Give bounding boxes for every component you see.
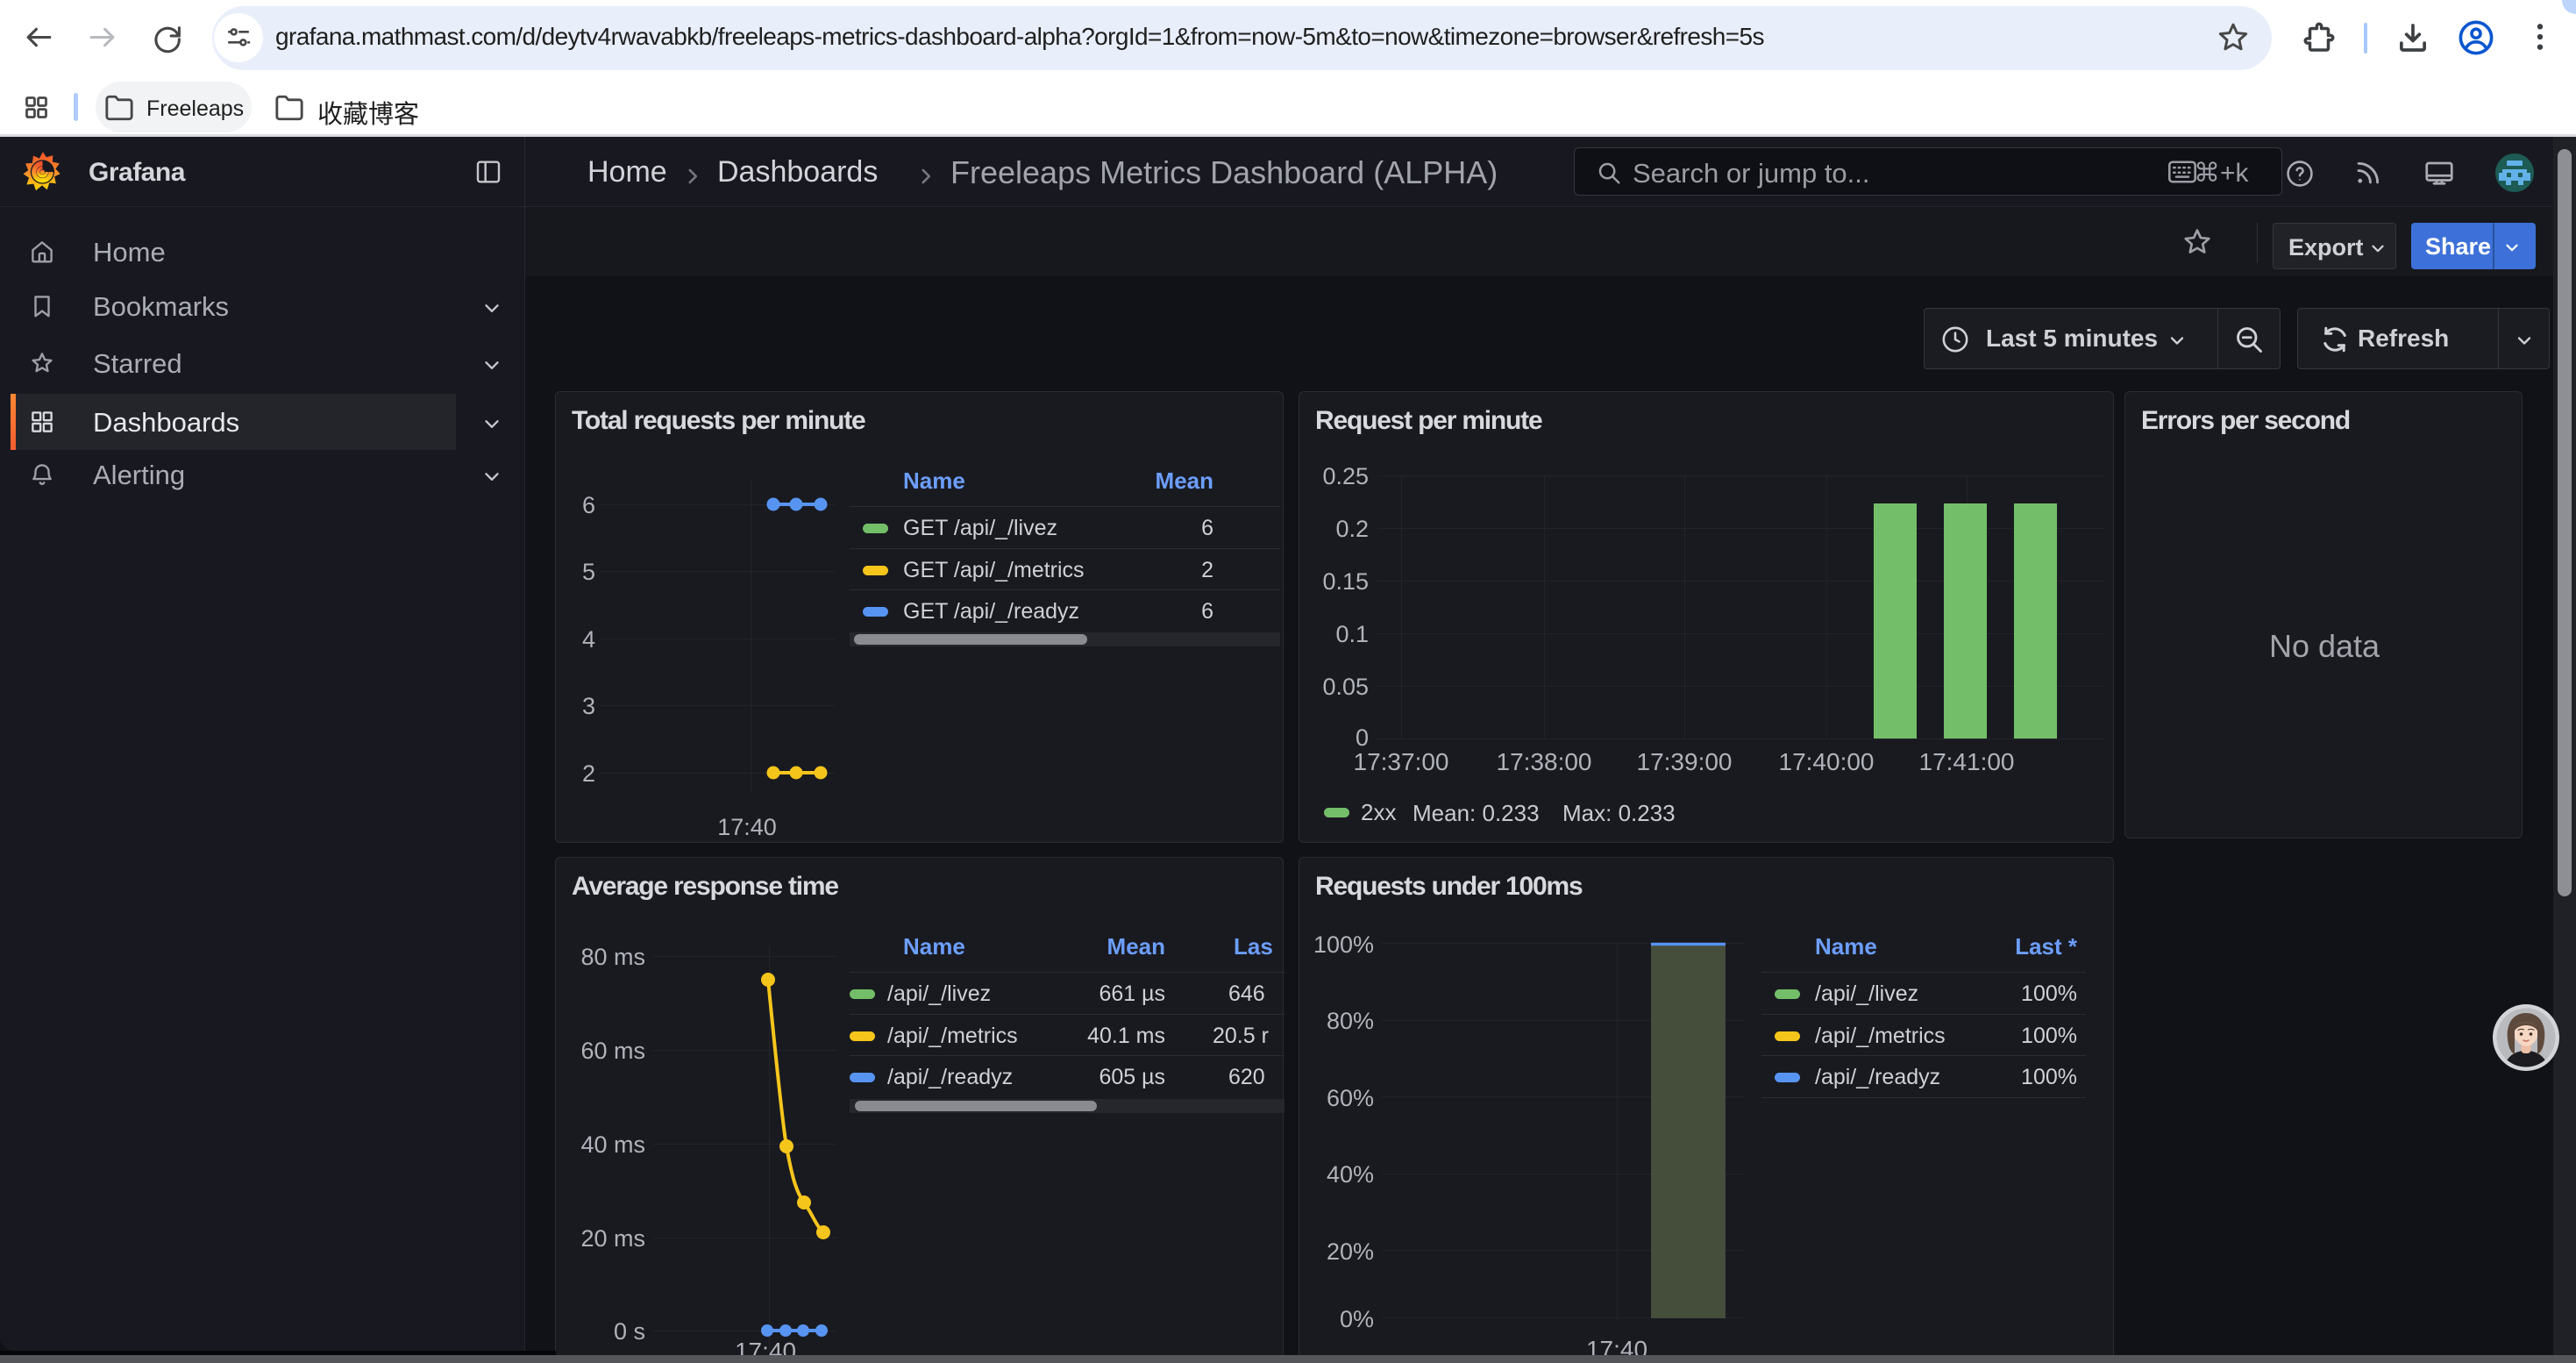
- svg-text:17:37:00: 17:37:00: [1354, 748, 1449, 775]
- svg-text:0.05: 0.05: [1322, 674, 1369, 700]
- svg-text:80 ms: 80 ms: [580, 944, 645, 970]
- svg-text:6: 6: [582, 492, 595, 518]
- svg-text:0.1: 0.1: [1335, 621, 1369, 647]
- svg-text:Max: 0.233: Max: 0.233: [1562, 800, 1676, 826]
- svg-text:4: 4: [582, 626, 595, 653]
- svg-text:20 ms: 20 ms: [580, 1225, 645, 1252]
- svg-text:17:40: 17:40: [717, 814, 777, 840]
- svg-text:40 ms: 40 ms: [580, 1131, 645, 1158]
- svg-text:Mean: 0.233: Mean: 0.233: [1413, 800, 1540, 826]
- svg-text:17:41:00: 17:41:00: [1919, 748, 2015, 775]
- svg-text:0.25: 0.25: [1322, 463, 1369, 489]
- svg-text:2xx: 2xx: [1361, 799, 1396, 825]
- svg-text:0.2: 0.2: [1335, 516, 1369, 542]
- svg-text:17:40:00: 17:40:00: [1779, 748, 1875, 775]
- svg-text:20%: 20%: [1327, 1238, 1374, 1265]
- svg-text:100%: 100%: [1313, 931, 1374, 958]
- svg-text:0: 0: [1356, 724, 1369, 751]
- svg-text:17:38:00: 17:38:00: [1497, 748, 1592, 775]
- svg-text:0%: 0%: [1340, 1306, 1374, 1332]
- svg-text:60%: 60%: [1327, 1085, 1374, 1111]
- svg-text:3: 3: [582, 693, 595, 719]
- svg-text:40%: 40%: [1327, 1161, 1374, 1188]
- svg-text:17:39:00: 17:39:00: [1637, 748, 1733, 775]
- svg-text:2: 2: [582, 760, 595, 787]
- svg-text:5: 5: [582, 559, 595, 585]
- svg-text:60 ms: 60 ms: [580, 1038, 645, 1064]
- svg-text:0.15: 0.15: [1322, 568, 1369, 595]
- svg-text:0 s: 0 s: [614, 1318, 645, 1345]
- svg-text:80%: 80%: [1327, 1008, 1374, 1034]
